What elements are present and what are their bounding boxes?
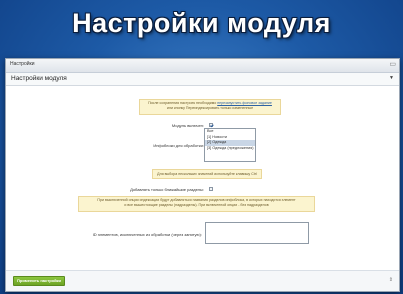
note-reindex-link[interactable]: перезапустить фоновое задание (217, 101, 272, 105)
exclude-ids-textarea[interactable] (205, 222, 309, 244)
tab-bar: Настройки ▭ (6, 59, 399, 73)
note-reindex: После сохранения настроек необходимо пер… (139, 99, 281, 115)
section-title: Настройки модуля (11, 75, 67, 82)
tab-settings[interactable]: Настройки (10, 61, 35, 67)
apply-settings-button[interactable]: Применить настройки (13, 276, 65, 286)
bottom-sections-label: Добавлять только ближайшие разделы: (130, 187, 204, 192)
note-reindex-line1-prefix: После сохранения настроек необходимо (148, 101, 218, 105)
settings-window: Настройки ▭ Настройки модуля ▼ После сох… (5, 58, 400, 292)
section-header[interactable]: Настройки модуля ▼ (6, 73, 399, 86)
infoblocks-label: Инфоблоки для обработки: (153, 143, 204, 148)
note-reindex-line2: или кнопку Переиндексировать только изме… (166, 105, 254, 110)
note-sections-line2: и все вышестоящие разделы (надразделы). … (124, 202, 269, 207)
window-expand-icon[interactable]: ▭ (389, 60, 396, 68)
footer-bar: Применить настройки ⇕ (6, 270, 399, 291)
note-sections-line1: При выключенной опции индексации будут д… (97, 198, 296, 202)
note-sections: При выключенной опции индексации будут д… (78, 196, 315, 212)
bottom-sections-checkbox[interactable] (209, 187, 213, 191)
exclude-ids-label: ID элементов, исключенных из обработки (… (92, 232, 202, 237)
infoblocks-option[interactable]: [3] Одежда (предложения) (205, 146, 255, 152)
module-enabled-label: Модуль включен: (171, 123, 204, 128)
page-banner-title: Настройки модуля (72, 8, 331, 38)
infoblocks-select[interactable]: Все [1] Новости [2] Одежда [3] Одежда (п… (204, 128, 256, 162)
collapse-arrow-icon[interactable]: ▼ (389, 75, 394, 81)
module-enabled-checkbox[interactable] (209, 123, 213, 127)
footer-arrows-icon[interactable]: ⇕ (389, 277, 393, 283)
note-multi-select: Для выбора нескольких значений используй… (152, 169, 262, 179)
